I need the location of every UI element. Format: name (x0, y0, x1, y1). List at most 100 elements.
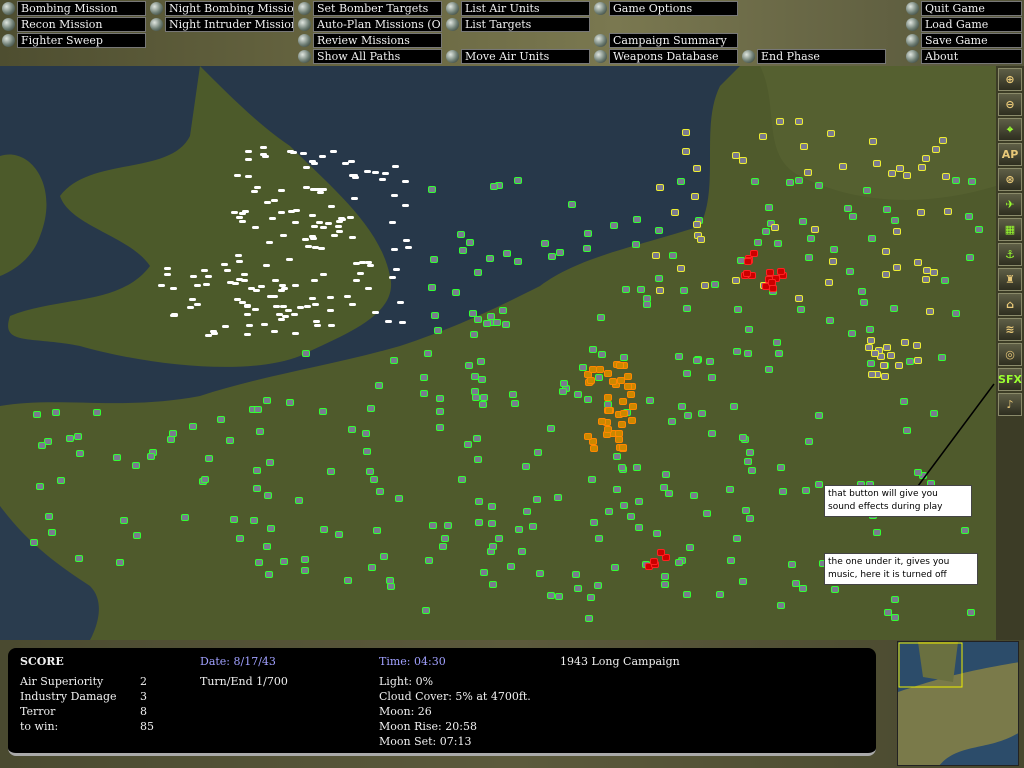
menu-label: Bombing Mission (17, 1, 146, 16)
menu-label: End Phase (757, 49, 886, 64)
zoom-out-icon: ⊖ (1005, 98, 1015, 111)
ships-button[interactable]: ≋ (998, 318, 1022, 341)
minimap[interactable] (897, 641, 1019, 766)
menu-campaign-summary-button[interactable]: Campaign Summary (594, 33, 738, 48)
score-value: 3 (140, 690, 147, 703)
orb-icon (446, 18, 459, 31)
target-icon: ◎ (1005, 348, 1015, 361)
tower-button[interactable]: ♜ (998, 268, 1022, 291)
orb-icon (742, 50, 755, 63)
menu-label: Show All Paths (313, 49, 442, 64)
tower-icon: ♜ (1005, 273, 1015, 286)
zoom-in-button[interactable]: ⊕ (998, 68, 1022, 91)
menu-list-air-units-button[interactable]: List Air Units (446, 1, 590, 16)
recon-target-icon: ⊛ (1005, 173, 1015, 186)
menu-label: Auto-Plan Missions (Off) (313, 17, 442, 32)
orb-icon (298, 34, 311, 47)
orb-icon (906, 50, 919, 63)
orb-icon (2, 18, 15, 31)
music-note: the one under it, gives you music, here … (824, 553, 978, 585)
ships-icon: ≋ (1005, 323, 1015, 336)
orb-icon (446, 2, 459, 15)
orb-icon (2, 34, 15, 47)
menu-night-intruder-mission-button[interactable]: Night Intruder Mission (150, 17, 294, 32)
menu-fighter-sweep-button[interactable]: Fighter Sweep (2, 33, 146, 48)
score-title: SCORE (20, 655, 64, 668)
menu-night-bombing-mission-button[interactable]: Night Bombing Mission (150, 1, 294, 16)
menu-label: Set Bomber Targets (313, 1, 442, 16)
menu-save-game-button[interactable]: Save Game (906, 33, 1022, 48)
score-label: Air Superiority (20, 675, 104, 688)
menu-move-air-units-button[interactable]: Move Air Units (446, 49, 590, 64)
recon-target-button[interactable]: ⊛ (998, 168, 1022, 191)
ap-button[interactable]: AP (998, 143, 1022, 166)
menu-label: Quit Game (921, 1, 1022, 16)
orb-icon (298, 50, 311, 63)
menu-label: Recon Mission (17, 17, 146, 32)
moon-set-label: Moon Set: 07:13 (379, 735, 472, 748)
menu-label: Move Air Units (461, 49, 590, 64)
score-value: 2 (140, 675, 147, 688)
menu-game-options-button[interactable]: Game Options (594, 1, 738, 16)
date-label: Date: 8/17/43 (200, 655, 276, 668)
menu-end-phase-button[interactable]: End Phase (742, 49, 886, 64)
menu-recon-mission-button[interactable]: Recon Mission (2, 17, 146, 32)
score-label: Terror (20, 705, 56, 718)
crosshair-button[interactable]: ⌖ (998, 118, 1022, 141)
menu-list-targets-button[interactable]: List Targets (446, 17, 590, 32)
menu-load-game-button[interactable]: Load Game (906, 17, 1022, 32)
orb-icon (906, 2, 919, 15)
menu-review-missions-button[interactable]: Review Missions (298, 33, 442, 48)
light-label: Light: 0% (379, 675, 434, 688)
ap-icon: AP (1001, 148, 1019, 161)
orb-icon (594, 2, 607, 15)
orb-icon (594, 50, 607, 63)
menu-label: Load Game (921, 17, 1022, 32)
menu-label: Weapons Database (609, 49, 738, 64)
sfx-note: that button will give you sound effects … (824, 485, 972, 517)
menu-show-all-paths-button[interactable]: Show All Paths (298, 49, 442, 64)
anchor-button[interactable]: ⚓ (998, 243, 1022, 266)
orb-icon (298, 18, 311, 31)
campaign-map[interactable]: that button will give you sound effects … (0, 66, 996, 640)
music-icon: ♪ (1006, 398, 1014, 411)
minimap-terrain (898, 642, 1018, 765)
menu-label: Review Missions (313, 33, 442, 48)
zoom-out-button[interactable]: ⊖ (998, 93, 1022, 116)
crosshair-icon: ⌖ (1006, 122, 1014, 136)
building-icon: ⌂ (1006, 298, 1014, 311)
menu-label: Campaign Summary (609, 33, 738, 48)
menu-label: List Air Units (461, 1, 590, 16)
menu-bombing-mission-button[interactable]: Bombing Mission (2, 1, 146, 16)
sfx-icon: SFX (998, 373, 1022, 386)
menu-weapons-database-button[interactable]: Weapons Database (594, 49, 738, 64)
orb-icon (2, 2, 15, 15)
map-toolbar: ⊕ ⊖ ⌖ AP ⊛ ✈ ▦ ⚓ ♜ ⌂ ≋ ◎ SFX ♪ (996, 66, 1024, 640)
score-value: 8 (140, 705, 147, 718)
menu-label: Night Intruder Mission (165, 17, 294, 32)
orb-icon (906, 34, 919, 47)
factory-button[interactable]: ▦ (998, 218, 1022, 241)
turn-label: Turn/End 1/700 (200, 675, 288, 688)
menu-label: Save Game (921, 33, 1022, 48)
menu-about-button[interactable]: About (906, 49, 1022, 64)
airfield-icon: ✈ (1005, 198, 1015, 211)
zoom-in-icon: ⊕ (1005, 73, 1015, 86)
time-label: Time: 04:30 (379, 655, 446, 668)
menu-set-bomber-targets-button[interactable]: Set Bomber Targets (298, 1, 442, 16)
anchor-icon: ⚓ (1005, 248, 1015, 261)
menu-auto-plan-missions-off-button[interactable]: Auto-Plan Missions (Off) (298, 17, 442, 32)
menu-label: Fighter Sweep (17, 33, 146, 48)
status-area: SCORE Air Superiority 2 Industry Damage 3 Te… (0, 640, 1024, 768)
target-button[interactable]: ◎ (998, 343, 1022, 366)
orb-icon (446, 50, 459, 63)
moon-label: Moon: 26 (379, 705, 432, 718)
orb-icon (298, 2, 311, 15)
music-button[interactable]: ♪ (998, 393, 1022, 416)
airfield-button[interactable]: ✈ (998, 193, 1022, 216)
score-label: to win: (20, 720, 59, 733)
building-button[interactable]: ⌂ (998, 293, 1022, 316)
sfx-button[interactable]: SFX (998, 368, 1022, 391)
menu-quit-game-button[interactable]: Quit Game (906, 1, 1022, 16)
campaign-label: 1943 Long Campaign (560, 655, 680, 668)
